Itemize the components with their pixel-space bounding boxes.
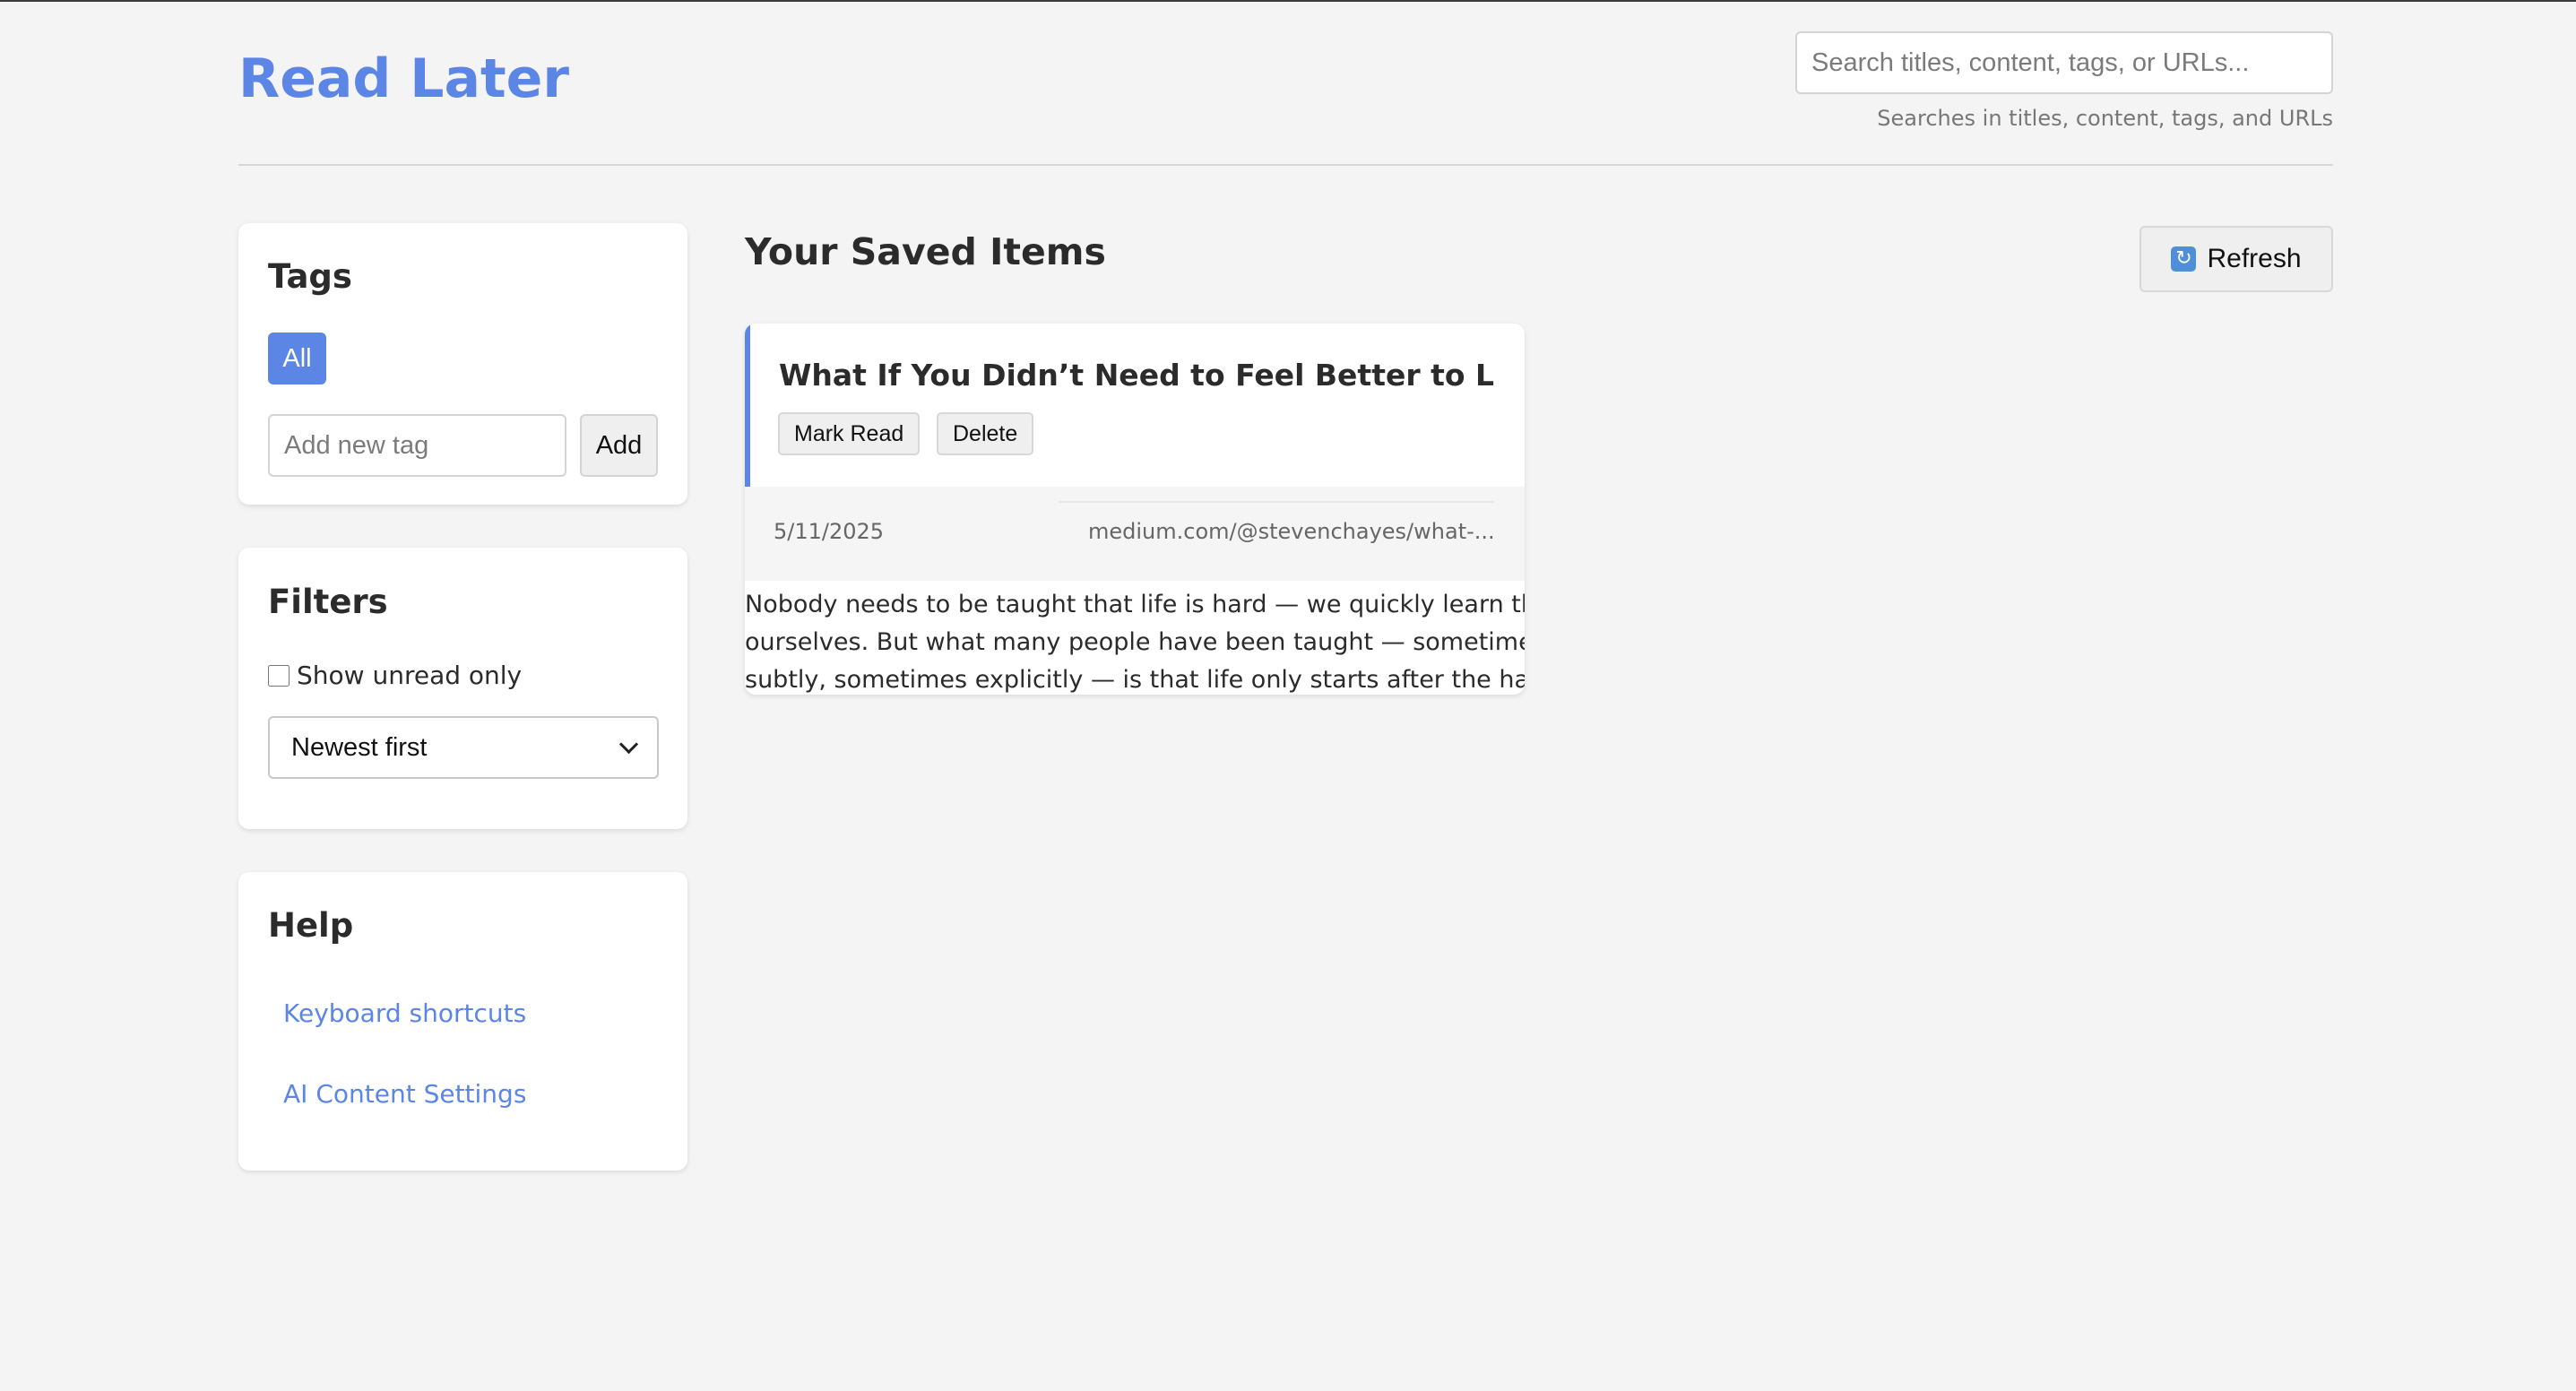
- sort-order-value: Newest first: [291, 732, 428, 762]
- new-tag-input[interactable]: [268, 414, 566, 477]
- search-input[interactable]: [1795, 31, 2333, 94]
- excerpt-line: ourselves. But what many people have bee…: [745, 628, 1525, 656]
- saved-item-card[interactable]: What If You Didn’t Need to Feel Better t…: [745, 324, 1525, 695]
- header-divider: [238, 164, 2333, 166]
- tag-filter-all[interactable]: All: [268, 333, 326, 384]
- item-date: 5/11/2025: [774, 519, 885, 544]
- keyboard-shortcuts-link[interactable]: Keyboard shortcuts: [283, 998, 526, 1028]
- unread-only-checkbox[interactable]: [268, 664, 290, 687]
- refresh-button[interactable]: ↻ Refresh: [2139, 226, 2333, 292]
- ai-content-settings-link[interactable]: AI Content Settings: [283, 1079, 526, 1109]
- mark-read-button[interactable]: Mark Read: [778, 412, 921, 455]
- item-meta: 5/11/2025 medium.com/@stevenchayes/what-…: [745, 487, 1525, 581]
- item-excerpt: Nobody needs to be taught that life is h…: [745, 581, 1525, 695]
- refresh-icon: ↻: [2171, 246, 2197, 272]
- filters-panel: Filters Show unread only Newest first: [238, 548, 687, 829]
- filters-heading: Filters: [268, 583, 388, 621]
- search-hint: Searches in titles, content, tags, and U…: [1877, 106, 2333, 131]
- sort-order-select[interactable]: Newest first: [268, 716, 659, 779]
- unread-only-filter[interactable]: Show unread only: [268, 661, 522, 690]
- tags-heading: Tags: [268, 257, 352, 296]
- help-panel: Help Keyboard shortcuts AI Content Setti…: [238, 872, 687, 1171]
- tags-panel: Tags All Add: [238, 223, 687, 505]
- excerpt-line: Nobody needs to be taught that life is h…: [745, 591, 1525, 618]
- item-url[interactable]: medium.com/@stevenchayes/what-...: [1088, 519, 1495, 544]
- refresh-label: Refresh: [2207, 244, 2302, 273]
- chevron-down-icon: [618, 734, 639, 754]
- delete-button[interactable]: Delete: [937, 412, 1034, 455]
- excerpt-line: subtly, sometimes explicitly — is that l…: [745, 666, 1525, 694]
- item-title[interactable]: What If You Didn’t Need to Feel Better t…: [779, 356, 1496, 395]
- unread-accent-bar: [745, 324, 750, 487]
- saved-items-heading: Your Saved Items: [745, 230, 1106, 273]
- add-tag-button[interactable]: Add: [580, 414, 658, 477]
- help-heading: Help: [268, 906, 354, 945]
- unread-only-label: Show unread only: [297, 661, 523, 690]
- app-title: Read Later: [238, 48, 569, 110]
- meta-divider: [1059, 501, 1494, 503]
